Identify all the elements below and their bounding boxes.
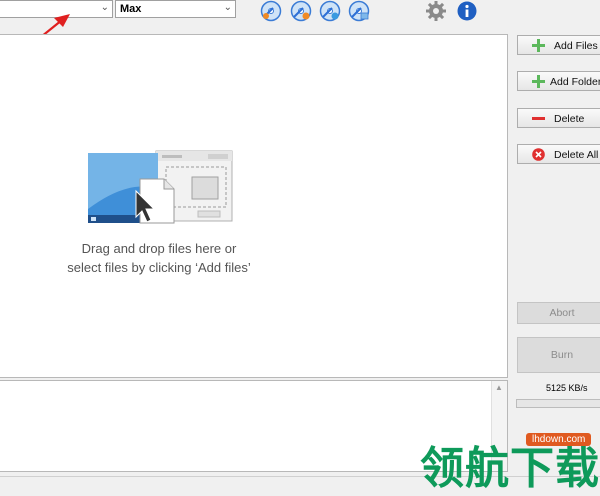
gear-icon[interactable] — [425, 0, 447, 22]
add-folders-label: Add Folders — [550, 76, 600, 88]
file-drop-area[interactable]: Drag and drop files here or select files… — [0, 34, 508, 378]
drop-hint-line-2: select files by clicking ‘Add files’ — [67, 260, 251, 275]
add-files-button[interactable]: Add Files — [517, 35, 600, 55]
drag-drop-illustration-icon — [88, 150, 233, 224]
abort-label: Abort — [549, 307, 575, 319]
minus-icon — [532, 117, 545, 120]
burn-disc-icon[interactable] — [260, 0, 282, 22]
add-folders-button[interactable]: Add Folders — [517, 71, 600, 91]
burn-progress-bar — [516, 399, 600, 408]
delete-all-label: Delete All — [554, 149, 599, 161]
delete-label: Delete — [554, 113, 585, 125]
disc-add-icon[interactable] — [290, 0, 312, 22]
info-icon[interactable] — [456, 0, 478, 22]
abort-button[interactable]: Abort — [517, 302, 600, 324]
burn-button[interactable]: Burn — [517, 337, 600, 373]
scroll-up-icon[interactable]: ▲ — [495, 383, 503, 392]
plus-icon — [532, 75, 545, 88]
burn-label: Burn — [550, 349, 574, 361]
speed-select[interactable]: Max ⌄ — [115, 0, 236, 18]
disc-copy-icon[interactable] — [319, 0, 341, 22]
burn-speed-readout: 5125 KB/s — [546, 383, 588, 393]
delete-button[interactable]: Delete — [517, 108, 600, 128]
chevron-down-icon: ⌄ — [223, 2, 232, 13]
disc-erase-icon[interactable] — [348, 0, 370, 22]
add-files-label: Add Files — [554, 40, 598, 52]
watermark-url: lhdown.com — [526, 433, 592, 446]
delete-all-icon — [532, 148, 545, 161]
plus-icon — [532, 39, 545, 52]
speed-select-value: Max — [120, 3, 142, 15]
chevron-down-icon: ⌄ — [100, 2, 109, 13]
delete-all-button[interactable]: Delete All — [517, 144, 600, 164]
drop-hint-line-1: Drag and drop files here or — [81, 241, 237, 256]
